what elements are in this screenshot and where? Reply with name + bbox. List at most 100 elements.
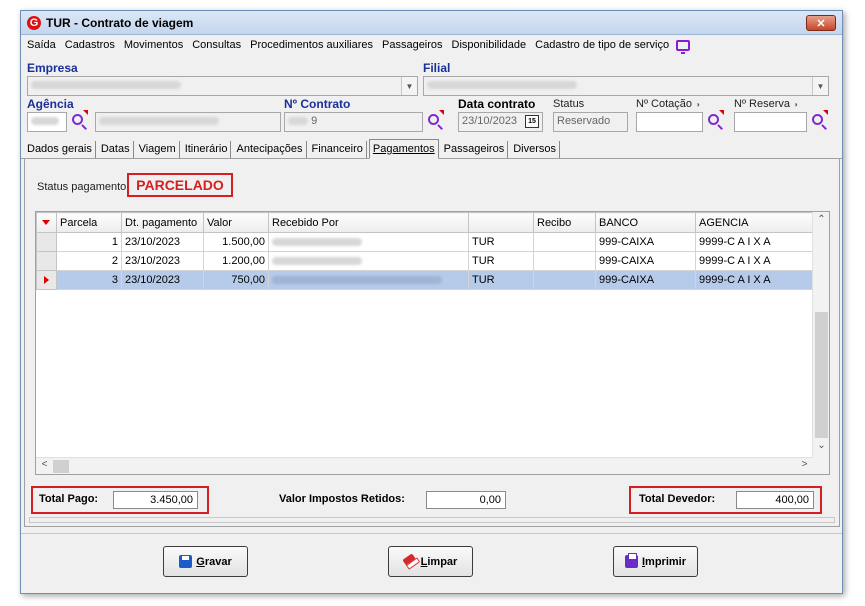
tab-antecipacoes[interactable]: Antecipações <box>233 141 307 158</box>
cell-parcela[interactable]: 1 <box>56 232 122 252</box>
chevron-down-icon[interactable]: ⌄ <box>813 440 829 451</box>
cell-banco[interactable]: 999-CAIXA <box>595 270 696 290</box>
recebido-redacted <box>272 257 362 266</box>
table-row[interactable]: 1 23/10/2023 1.500,00 TUR 999-CAIXA 9999… <box>36 232 814 252</box>
cell-banco[interactable]: 999-CAIXA <box>595 232 696 252</box>
search-icon[interactable] <box>71 113 89 131</box>
col-recebido-por[interactable]: Recebido Por <box>268 212 469 233</box>
cell-dt[interactable]: 23/10/2023 <box>121 270 204 290</box>
search-icon[interactable] <box>427 113 445 131</box>
cell-recibo[interactable] <box>533 270 596 290</box>
chevron-down-icon[interactable]: ▼ <box>401 77 417 95</box>
close-button[interactable]: ✕ <box>806 15 836 31</box>
table-row[interactable]: 2 23/10/2023 1.200,00 TUR 999-CAIXA 9999… <box>36 251 814 271</box>
tab-financeiro[interactable]: Financeiro <box>309 141 367 158</box>
cell-agencia[interactable]: 9999-C A I X A <box>695 251 814 271</box>
col-recibo[interactable]: Recibo <box>533 212 596 233</box>
chevron-up-icon[interactable]: ⌃ <box>813 214 829 225</box>
tab-dados-gerais[interactable]: Dados gerais <box>24 141 96 158</box>
payments-grid: Parcela Dt. pagamento Valor Recebido Por… <box>35 211 830 475</box>
empresa-select[interactable] <box>27 76 418 96</box>
app-logo-icon: G <box>27 15 41 30</box>
cotacao-field[interactable] <box>636 112 703 132</box>
cell-valor[interactable]: 1.200,00 <box>203 251 269 271</box>
col-agencia[interactable]: AGENCIA <box>695 212 814 233</box>
pagamentos-panel: Status pagamento: PARCELADO Parcela Dt. … <box>24 159 840 527</box>
imprimir-button[interactable]: Imprimir <box>613 546 698 577</box>
calendar-icon[interactable]: 15 <box>525 115 539 128</box>
row-indicator[interactable] <box>36 270 57 290</box>
scroll-thumb[interactable] <box>53 460 69 473</box>
gravar-button[interactable]: Gravar <box>163 546 248 577</box>
status-pagamento-value: PARCELADO <box>127 173 233 197</box>
search-icon[interactable] <box>811 113 829 131</box>
cell-recibo[interactable] <box>533 232 596 252</box>
row-indicator[interactable] <box>36 251 57 271</box>
menu-consultas[interactable]: Consultas <box>192 39 241 51</box>
cell-tipo[interactable]: TUR <box>468 232 534 252</box>
cell-recibo[interactable] <box>533 251 596 271</box>
horizontal-scrollbar[interactable]: < > <box>36 457 813 474</box>
menu-procedimentos[interactable]: Procedimentos auxiliares <box>250 39 373 51</box>
status-field: Reservado <box>553 112 628 132</box>
sort-arrow-icon[interactable] <box>42 220 50 225</box>
chevron-right-icon[interactable]: > <box>796 459 813 470</box>
cell-parcela[interactable]: 2 <box>56 251 122 271</box>
cell-valor[interactable]: 750,00 <box>203 270 269 290</box>
menu-cadastros[interactable]: Cadastros <box>65 39 115 51</box>
filial-select[interactable] <box>423 76 829 96</box>
menu-disponibilidade[interactable]: Disponibilidade <box>452 39 527 51</box>
agencia-name-redacted <box>99 117 219 126</box>
cell-recebido-por[interactable] <box>268 270 469 290</box>
cell-agencia[interactable]: 9999-C A I X A <box>695 232 814 252</box>
cell-recebido-por[interactable] <box>268 232 469 252</box>
cell-dt[interactable]: 23/10/2023 <box>121 232 204 252</box>
cell-recebido-por[interactable] <box>268 251 469 271</box>
cell-tipo[interactable]: TUR <box>468 251 534 271</box>
menu-cadastro-tipo-servico[interactable]: Cadastro de tipo de serviço <box>535 39 669 51</box>
agencia-code-field[interactable] <box>27 112 67 132</box>
chevron-left-icon[interactable]: < <box>36 459 53 470</box>
limpar-text: impar <box>427 555 458 568</box>
header-indicator[interactable] <box>36 212 57 233</box>
status-label: Status <box>553 98 585 110</box>
chevron-down-icon[interactable]: ▼ <box>812 77 828 95</box>
search-icon[interactable] <box>707 113 725 131</box>
tab-passageiros[interactable]: Passageiros <box>441 141 509 158</box>
cell-valor[interactable]: 1.500,00 <box>203 232 269 252</box>
reserva-field[interactable] <box>734 112 807 132</box>
scroll-thumb[interactable] <box>815 312 828 438</box>
cell-dt[interactable]: 23/10/2023 <box>121 251 204 271</box>
agencia-label: Agência <box>27 97 74 111</box>
col-valor[interactable]: Valor <box>203 212 269 233</box>
cell-tipo[interactable]: TUR <box>468 270 534 290</box>
menu-passageiros[interactable]: Passageiros <box>382 39 443 51</box>
menu-saida[interactable]: Saída <box>27 39 56 51</box>
cell-agencia[interactable]: 9999-C A I X A <box>695 270 814 290</box>
menu-movimentos[interactable]: Movimentos <box>124 39 183 51</box>
cell-banco[interactable]: 999-CAIXA <box>595 251 696 271</box>
required-mark <box>439 110 444 115</box>
contrato-field[interactable]: 9 <box>284 112 423 132</box>
contrato-value: 9 <box>311 115 318 127</box>
recebido-redacted <box>272 238 362 247</box>
lock-icon: ◑ <box>793 100 798 109</box>
vertical-scrollbar[interactable]: ⌃ ⌄ <box>812 212 829 474</box>
total-devedor-label: Total Devedor: <box>639 493 716 505</box>
row-indicator[interactable] <box>36 232 57 252</box>
tab-datas[interactable]: Datas <box>98 141 134 158</box>
col-banco[interactable]: BANCO <box>595 212 696 233</box>
monitor-icon[interactable] <box>676 39 691 54</box>
table-row-selected[interactable]: 3 23/10/2023 750,00 TUR 999-CAIXA 9999-C… <box>36 270 814 290</box>
tab-viagem[interactable]: Viagem <box>136 141 180 158</box>
empresa-label: Empresa <box>27 61 78 75</box>
col-tipo[interactable] <box>468 212 534 233</box>
tab-diversos[interactable]: Diversos <box>510 141 560 158</box>
col-parcela[interactable]: Parcela <box>56 212 122 233</box>
cell-parcela[interactable]: 3 <box>56 270 122 290</box>
tab-pagamentos[interactable]: Pagamentos <box>368 139 439 159</box>
status-pagamento-label: Status pagamento: <box>37 181 130 193</box>
col-dt-pagamento[interactable]: Dt. pagamento <box>121 212 204 233</box>
tab-itinerario[interactable]: Itinerário <box>182 141 232 158</box>
limpar-button[interactable]: Limpar <box>388 546 473 577</box>
